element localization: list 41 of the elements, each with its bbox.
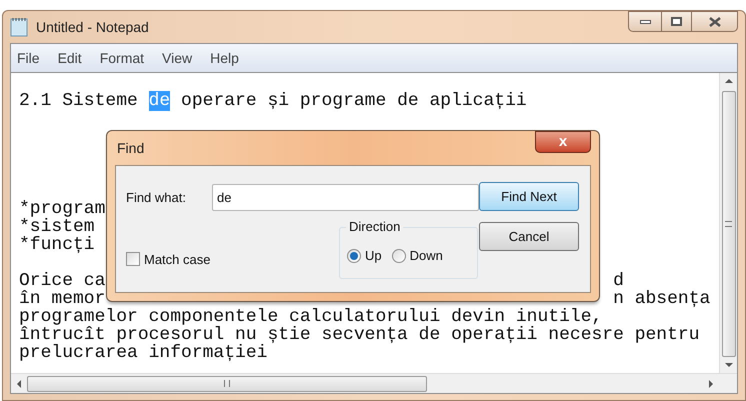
scroll-thumb[interactable]: [27, 376, 427, 392]
text-line: n absența: [613, 290, 710, 308]
minimize-icon: [640, 20, 650, 24]
text-line: *funcți: [19, 235, 95, 255]
text-line: *sistem: [19, 217, 95, 237]
find-what-label: Find what:: [126, 188, 187, 207]
scroll-down-icon[interactable]: [724, 363, 732, 367]
menu-item[interactable]: Format: [100, 48, 144, 68]
window-title: Untitled - Notepad: [36, 18, 149, 37]
find-next-button[interactable]: Find Next: [479, 182, 579, 211]
notepad-icon: [10, 17, 28, 37]
direction-radio[interactable]: Down: [392, 246, 443, 266]
minimize-button[interactable]: [628, 11, 662, 32]
direction-radio[interactable]: Up: [347, 246, 382, 266]
text-line: *program: [19, 199, 106, 219]
text-line: prelucrarea informației: [19, 343, 268, 363]
close-icon: [708, 16, 720, 26]
match-case-checkbox[interactable]: Match case: [126, 250, 339, 269]
text-line: Orice ca: [19, 271, 106, 291]
scroll-left-icon[interactable]: [17, 380, 21, 388]
menu-item[interactable]: Help: [210, 48, 239, 68]
text-line: întrucît procesorul nu știe secvența de operații necesre pentru: [19, 325, 700, 345]
text-line: programelor componentele calculatorului devin inutile,: [19, 307, 602, 327]
grip-icon: [725, 221, 732, 227]
maximize-button[interactable]: [662, 11, 692, 32]
scroll-right-icon[interactable]: [709, 380, 713, 388]
close-button[interactable]: [692, 11, 738, 32]
text-line: 2.1 Sisteme de operare și programe de aplicații: [19, 91, 527, 111]
maximize-icon: [671, 17, 682, 26]
grip-icon: [224, 380, 230, 387]
menu-item[interactable]: View: [162, 48, 192, 68]
menu-item[interactable]: File: [17, 48, 40, 68]
dialog-title: Find: [117, 138, 144, 158]
text-line: d: [613, 272, 624, 290]
menu-item[interactable]: Edit: [58, 48, 82, 68]
find-what-field[interactable]: de: [212, 184, 479, 211]
cancel-button[interactable]: Cancel: [479, 222, 579, 251]
vertical-scrollbar[interactable]: [719, 73, 737, 373]
scroll-thumb[interactable]: [722, 91, 736, 357]
scroll-up-icon[interactable]: [724, 79, 732, 83]
text-line: în memor: [19, 289, 106, 309]
